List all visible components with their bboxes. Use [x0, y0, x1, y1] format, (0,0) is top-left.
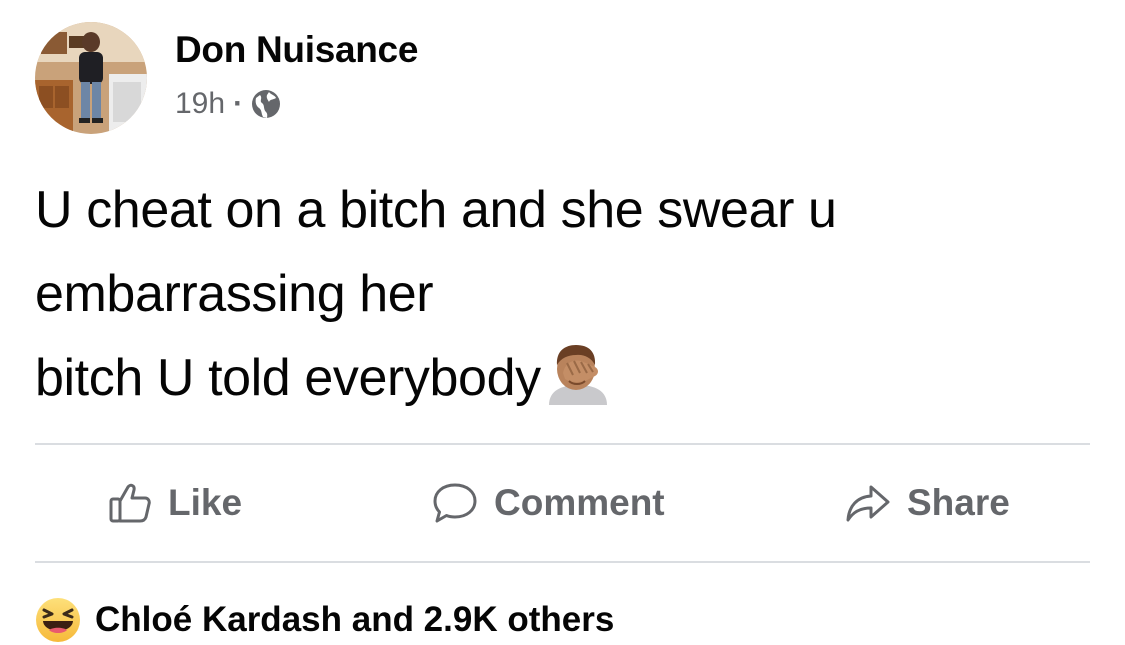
share-label: Share	[907, 482, 1010, 523]
post-timestamp[interactable]: 19h	[175, 87, 225, 121]
meta-separator: ·	[233, 87, 244, 120]
post-action-bar: Like Comment Share	[35, 446, 1090, 560]
post-text-line-3-wrapper: bitch U told everybody	[35, 336, 1095, 420]
thumbs-up-icon	[108, 481, 152, 525]
comment-label: Comment	[494, 482, 665, 523]
like-button[interactable]: Like	[108, 446, 242, 560]
share-arrow-icon	[845, 481, 891, 525]
post-meta: 19h ·	[175, 87, 418, 121]
share-button[interactable]: Share	[845, 446, 1010, 560]
reactions-summary[interactable]: Chloé Kardash and 2.9K others	[35, 597, 614, 643]
facebook-post: Don Nuisance 19h · U cheat on a bitch an…	[0, 0, 1125, 645]
post-text-line-2: embarrassing her	[35, 265, 434, 323]
facepalm-emoji-icon	[543, 339, 613, 405]
post-body: U cheat on a bitch and she swear u embar…	[35, 168, 1095, 420]
reactions-summary-text: Chloé Kardash and 2.9K others	[95, 600, 615, 639]
post-text-line-3: bitch U told everybody	[35, 349, 541, 407]
author-name[interactable]: Don Nuisance	[175, 29, 418, 71]
divider-bottom	[35, 561, 1090, 563]
avatar[interactable]	[35, 22, 147, 134]
post-header: Don Nuisance 19h ·	[35, 22, 418, 134]
author-info: Don Nuisance 19h ·	[175, 29, 418, 121]
haha-reaction-icon	[35, 597, 81, 643]
like-label: Like	[168, 482, 243, 523]
post-text-line-1: U cheat on a bitch and she swear u	[35, 181, 837, 239]
globe-icon	[251, 89, 281, 119]
divider-top	[35, 443, 1090, 445]
comment-button[interactable]: Comment	[432, 446, 665, 560]
comment-bubble-icon	[432, 481, 478, 525]
